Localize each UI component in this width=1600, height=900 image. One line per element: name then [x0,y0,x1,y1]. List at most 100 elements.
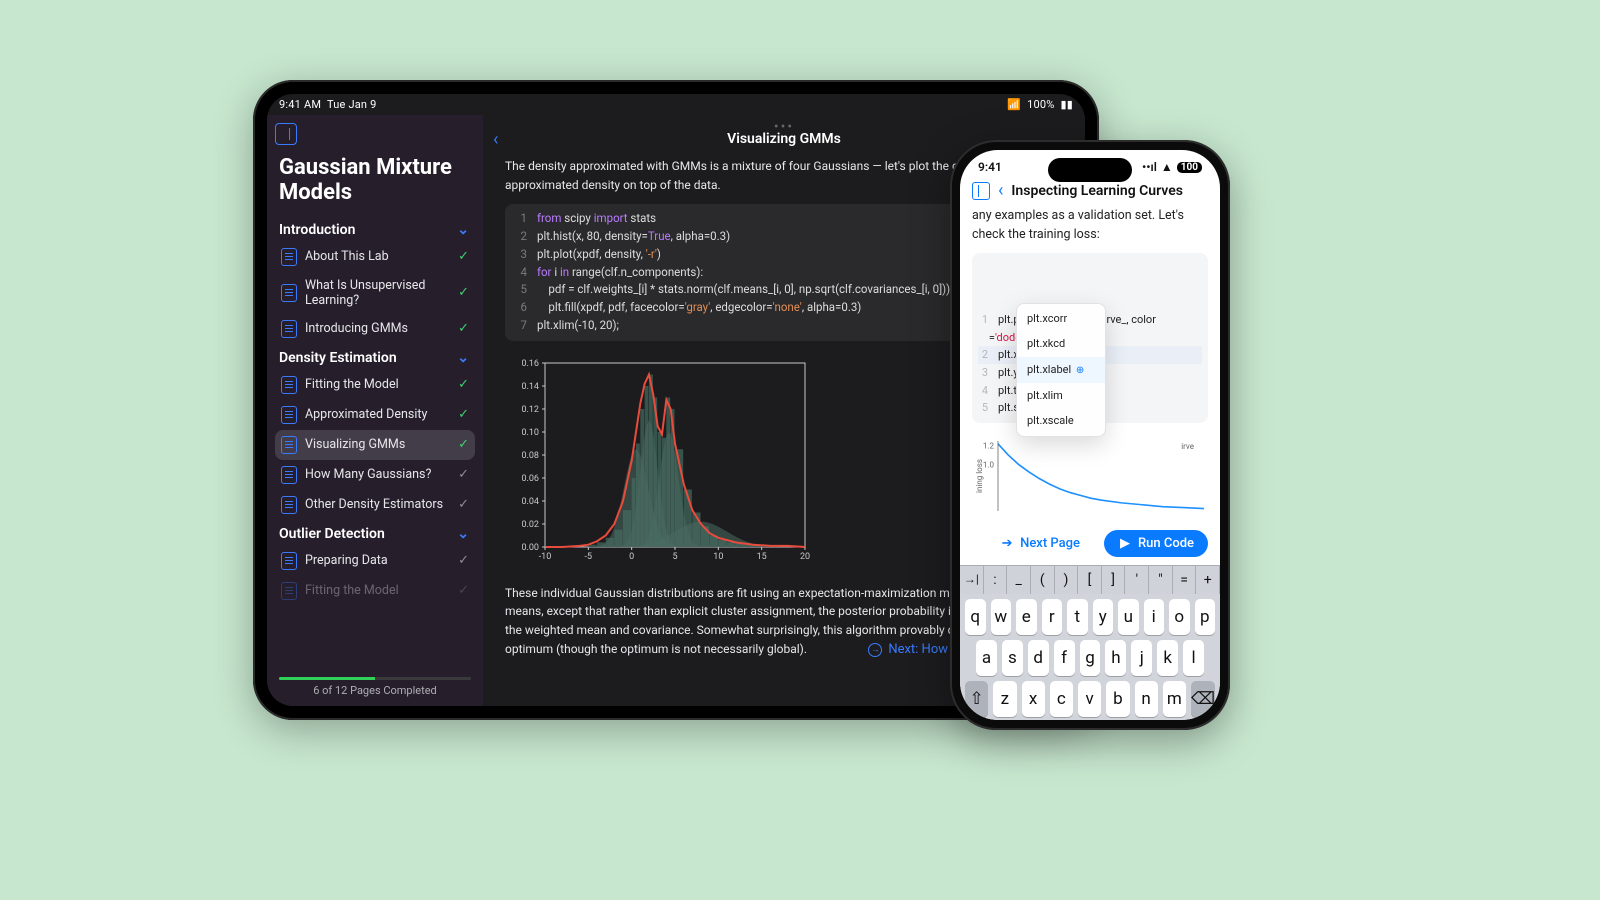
run-code-button[interactable]: ▶ Run Code [1104,530,1208,557]
checkmark-icon: ✓ [458,437,469,452]
sidebar-item[interactable]: Visualizing GMMs ✓ [275,430,475,460]
back-button[interactable]: ‹ [493,129,498,150]
page-icon [281,406,297,424]
key-row[interactable]: asdfghjkl [960,635,1220,676]
autocomplete-item[interactable]: plt.xkcd [1017,331,1105,357]
page-icon [281,320,297,338]
svg-text:0.08: 0.08 [521,451,539,461]
key[interactable]: ⇧ [965,681,988,717]
key[interactable]: m [1163,681,1186,717]
signal-icon: ••ıl [1142,160,1157,174]
key[interactable]: d [1028,640,1049,676]
key[interactable]: o [1169,599,1190,635]
autocomplete-item[interactable]: plt.xlim [1017,383,1105,409]
sidebar-section[interactable]: Introduction⌄ [275,216,475,242]
key[interactable]: w [991,599,1012,635]
sidebar-item[interactable]: Other Density Estimators ✓ [275,490,475,520]
sidebar-section[interactable]: Density Estimation⌄ [275,344,475,370]
key[interactable]: e [1016,599,1037,635]
sidebar-item[interactable]: Fitting the Model ✓ [275,576,475,606]
key[interactable]: x [1022,681,1045,717]
autocomplete-item[interactable]: plt.xlabel ⊕ [1017,357,1105,383]
key-row-bottom[interactable]: 123 space return [960,717,1220,720]
checkmark-icon: ✓ [458,497,469,512]
checkmark-icon: ✓ [458,583,469,598]
svg-text:-10: -10 [539,552,552,562]
autocomplete-item[interactable]: plt.xcorr [1017,306,1105,332]
back-button[interactable]: ‹ [998,180,1003,201]
svg-text:15: 15 [757,552,767,562]
key-row[interactable]: ⇧zxcvbnm⌫ [960,676,1220,717]
key[interactable]: p [1195,599,1216,635]
arrow-right-icon: → [868,643,882,657]
sidebar-item[interactable]: Preparing Data ✓ [275,546,475,576]
key[interactable]: n [1135,681,1158,717]
key[interactable]: r [1042,599,1063,635]
key[interactable]: i [1144,599,1165,635]
code-block[interactable]: plt.xcorrplt.xkcdplt.xlabel ⊕plt.xlimplt… [972,253,1208,423]
sidebar-item-label: How Many Gaussians? [305,467,450,482]
sidebar-toggle-icon[interactable] [972,182,990,200]
key[interactable]: ⌫ [1191,681,1215,717]
symbol-key[interactable]: _ [1007,566,1031,594]
symbol-key[interactable]: ' [1125,566,1149,594]
sidebar-item[interactable]: What Is Unsupervised Learning? ✓ [275,272,475,314]
key-row[interactable]: qwertyuiop [960,594,1220,635]
ipad-date: Tue Jan 9 [327,98,377,111]
sidebar-item[interactable]: Fitting the Model ✓ [275,370,475,400]
body-text: any examples as a validation set. Let's … [960,207,1220,245]
symbol-key[interactable]: : [984,566,1008,594]
key[interactable]: s [1002,640,1023,676]
page-icon [281,436,297,454]
key[interactable]: c [1050,681,1073,717]
autocomplete-popup[interactable]: plt.xcorrplt.xkcdplt.xlabel ⊕plt.xlimplt… [1016,303,1106,437]
key[interactable]: f [1054,640,1075,676]
next-page-button[interactable]: ➔ Next Page [986,530,1094,557]
key[interactable]: y [1093,599,1114,635]
key[interactable]: a [976,640,997,676]
checkmark-icon: ✓ [458,249,469,264]
ipad-status-bar: 9:41 AM Tue Jan 9 📶 100% ▮▮ [267,94,1085,115]
sidebar-item-label: What Is Unsupervised Learning? [305,278,450,308]
key[interactable]: j [1131,640,1152,676]
key[interactable]: l [1183,640,1204,676]
sidebar-item-label: Approximated Density [305,407,450,422]
key[interactable]: v [1078,681,1101,717]
symbol-key[interactable]: ) [1055,566,1079,594]
key[interactable]: q [965,599,986,635]
key[interactable]: h [1105,640,1126,676]
symbol-key[interactable]: [ [1078,566,1102,594]
sidebar-item-label: Visualizing GMMs [305,437,450,452]
key[interactable]: t [1067,599,1088,635]
key[interactable]: k [1157,640,1178,676]
symbol-key[interactable]: ( [1031,566,1055,594]
symbol-key[interactable]: ] [1102,566,1126,594]
key[interactable]: u [1118,599,1139,635]
symbol-key[interactable]: →| [960,566,984,594]
symbol-key[interactable]: " [1149,566,1173,594]
key[interactable]: b [1106,681,1129,717]
svg-text:0: 0 [629,552,634,562]
svg-text:ining loss: ining loss [975,459,984,493]
sidebar: Gaussian Mixture Models Introduction⌄ Ab… [267,115,483,706]
page-title: Inspecting Learning Curves [1011,183,1183,199]
wifi-icon: ▲ [1161,160,1173,174]
symbol-key[interactable]: = [1173,566,1197,594]
sidebar-item[interactable]: How Many Gaussians? ✓ [275,460,475,490]
key[interactable]: z [993,681,1016,717]
checkmark-icon: ✓ [458,321,469,336]
ipad-time: 9:41 AM [279,98,321,111]
symbol-row[interactable]: →|:_()[]'"=+ [960,565,1220,594]
play-icon: ▶ [1118,536,1132,550]
sidebar-item[interactable]: Approximated Density ✓ [275,400,475,430]
sidebar-toggle-icon[interactable] [275,123,297,145]
symbol-key[interactable]: + [1196,566,1220,594]
sidebar-item[interactable]: About This Lab ✓ [275,242,475,272]
sidebar-section[interactable]: Outlier Detection⌄ [275,520,475,546]
keyboard[interactable]: →|:_()[]'"=+ qwertyuiop asdfghjkl ⇧zxcvb… [960,565,1220,720]
sidebar-item[interactable]: Introducing GMMs ✓ [275,314,475,344]
sidebar-item-label: Other Density Estimators [305,497,450,512]
autocomplete-item[interactable]: plt.xscale [1017,408,1105,434]
checkmark-icon: ✓ [458,377,469,392]
key[interactable]: g [1080,640,1101,676]
